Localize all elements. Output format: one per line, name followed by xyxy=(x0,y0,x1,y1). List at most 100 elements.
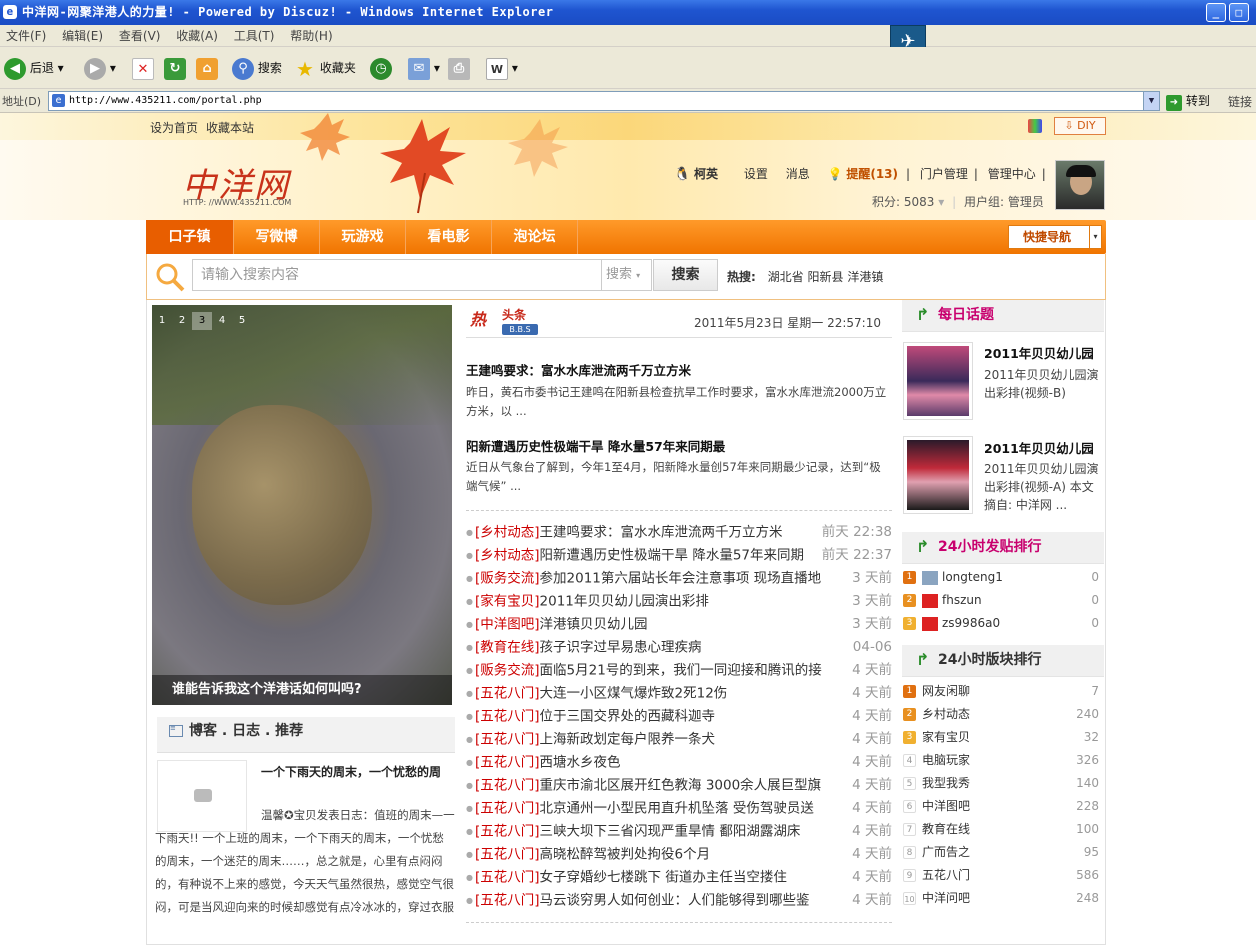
favorites-button[interactable]: ★ 收藏夹 xyxy=(294,55,356,81)
user-name-link[interactable]: 柯英 xyxy=(694,167,718,181)
daily-thumbnail[interactable] xyxy=(903,436,973,514)
board-rank-row[interactable]: 10 中洋问吧 248 xyxy=(903,887,1099,910)
daily-thumbnail[interactable] xyxy=(903,342,973,420)
portal-admin-link[interactable]: 门户管理 xyxy=(920,167,968,181)
nav-item-weibo[interactable]: 写微博 xyxy=(234,220,320,254)
board-rank-row[interactable]: 5 我型我秀 140 xyxy=(903,772,1099,795)
search-type-select[interactable]: 搜索 ▾ xyxy=(602,259,652,291)
print-button[interactable]: ⎙ xyxy=(448,55,470,81)
thread-row[interactable]: ● [五花八门]女子穿婚纱七楼跳下 街道办主任当空搂住 4 天前 xyxy=(466,866,894,889)
thread-row[interactable]: ● [五花八门]马云谈穷男人如何创业：人们能够得到哪些鉴 4 天前 xyxy=(466,889,894,912)
toolbar: ◀ 后退 ▾ ▶ ▾ ✕ ↻ ⌂ ⚲ 搜索 ★ 收藏夹 ◷ ✉ ▾ ⎙ W ▾ xyxy=(0,47,1256,89)
search-input[interactable]: 请输入搜索内容 xyxy=(192,259,602,291)
menu-view[interactable]: 查看(V) xyxy=(113,25,167,47)
bookmark-link[interactable]: 收藏本站 xyxy=(206,119,254,136)
slider-page[interactable]: 1 xyxy=(152,312,172,330)
board-rank-row[interactable]: 7 教育在线 100 xyxy=(903,818,1099,841)
diy-button[interactable]: ⇩ DIY xyxy=(1054,117,1106,135)
nav-item-kouzi[interactable]: 口子镇 xyxy=(146,220,234,254)
back-button[interactable]: ◀ 后退 ▾ xyxy=(4,55,64,81)
hot-label: 热搜: xyxy=(727,270,756,284)
address-bar: 地址(D) e http://www.435211.com/portal.php… xyxy=(0,89,1256,113)
hot-search-link[interactable]: 湖北省 xyxy=(768,270,804,284)
slider-page[interactable]: 4 xyxy=(212,312,232,330)
menu-help[interactable]: 帮助(H) xyxy=(284,25,338,47)
slider-page[interactable]: 2 xyxy=(172,312,192,330)
mail-button[interactable]: ✉ ▾ xyxy=(408,55,440,81)
home-button[interactable]: ⌂ xyxy=(196,55,218,81)
refresh-button[interactable]: ↻ xyxy=(164,55,186,81)
magnifier-icon xyxy=(156,263,185,292)
edit-button[interactable]: W ▾ xyxy=(486,55,518,81)
thread-row[interactable]: ● [五花八门]高晓松醉驾被判处拘役6个月 4 天前 xyxy=(466,843,894,866)
points-dropdown[interactable]: 积分: 5083 xyxy=(872,195,934,209)
minimize-button[interactable]: _ xyxy=(1206,3,1226,22)
theme-icon[interactable] xyxy=(1028,119,1042,133)
poster-rank-row[interactable]: 3 zs9986a0 0 xyxy=(903,612,1099,635)
nav-item-forum[interactable]: 泡论坛 xyxy=(492,220,578,254)
thread-row[interactable]: ● [五花八门]三峡大坝下三省闪现严重旱情 鄱阳湖露湖床 4 天前 xyxy=(466,820,894,843)
go-button[interactable]: ➜ 转到 xyxy=(1166,92,1210,111)
board-rank-row[interactable]: 9 五花八门 586 xyxy=(903,864,1099,887)
thread-row[interactable]: ● [五花八门]西塘水乡夜色 4 天前 xyxy=(466,751,894,774)
nav-item-games[interactable]: 玩游戏 xyxy=(320,220,406,254)
forward-button[interactable]: ▶ ▾ xyxy=(84,55,116,81)
links-label[interactable]: 链接 xyxy=(1228,93,1252,110)
divider xyxy=(466,337,892,338)
hot-search-link[interactable]: 阳新县 xyxy=(807,270,843,284)
menu-tools[interactable]: 工具(T) xyxy=(228,25,281,47)
board-rank-row[interactable]: 1 网友闲聊 7 xyxy=(903,680,1099,703)
nav-item-movies[interactable]: 看电影 xyxy=(406,220,492,254)
slider-page-active[interactable]: 3 xyxy=(192,312,212,330)
thread-row[interactable]: ● [五花八门]大连一小区煤气爆炸致2死12伤 4 天前 xyxy=(466,682,894,705)
poster-rank-row[interactable]: 1 longteng1 0 xyxy=(903,566,1099,589)
stop-button[interactable]: ✕ xyxy=(132,55,154,81)
blog-title[interactable]: 一个下雨天的周末，一个忧愁的周 xyxy=(261,763,455,781)
thread-row[interactable]: ● [贩务交流]面临5月21号的到来，我们一同迎接和腾讯的接 4 天前 xyxy=(466,659,894,682)
thread-row[interactable]: ● [五花八门]位于三国交界处的西藏科迦寺 4 天前 xyxy=(466,705,894,728)
board-rank-row[interactable]: 6 中洋图吧 228 xyxy=(903,795,1099,818)
thread-row[interactable]: ● [家有宝贝]2011年贝贝幼儿园演出彩排 3 天前 xyxy=(466,590,894,613)
slider-page[interactable]: 5 xyxy=(232,312,252,330)
address-input[interactable]: e http://www.435211.com/portal.php ▼ xyxy=(48,91,1160,111)
headline-summary: 近日从气象台了解到，今年1至4月，阳新降水量创57年来同期最少记录，达到“极端气… xyxy=(466,460,881,493)
thread-row[interactable]: ● [教育在线]孩子识字过早易患心理疾病 04-06 xyxy=(466,636,894,659)
address-dropdown-icon[interactable]: ▼ xyxy=(1143,92,1159,110)
remind-link[interactable]: 提醒(13) xyxy=(846,167,898,181)
thread-row[interactable]: ● [乡村动态]王建鸣要求：富水水库泄流两千万立方米 前天 22:38 xyxy=(466,521,894,544)
poster-rank-row[interactable]: 2 fhszun 0 xyxy=(903,589,1099,612)
menu-edit[interactable]: 编辑(E) xyxy=(56,25,109,47)
set-homepage-link[interactable]: 设为首页 xyxy=(150,119,198,136)
board-rank-row[interactable]: 8 广而告之 95 xyxy=(903,841,1099,864)
board-rank-row[interactable]: 4 电脑玩家 326 xyxy=(903,749,1099,772)
headline-logo-icon: 热 xyxy=(470,310,487,329)
hot-search-link[interactable]: 洋港镇 xyxy=(847,270,883,284)
photo-slider[interactable]: 12345 谁能告诉我这个洋港话如何叫吗? xyxy=(152,305,452,705)
thread-row[interactable]: ● [贩务交流]参加2011第六届站长年会注意事项 现场直播地 3 天前 xyxy=(466,567,894,590)
history-button[interactable]: ◷ xyxy=(370,55,392,81)
board-rank-row[interactable]: 2 乡村动态 240 xyxy=(903,703,1099,726)
messages-link[interactable]: 消息 xyxy=(786,167,810,181)
slider-caption[interactable]: 谁能告诉我这个洋港话如何叫吗? xyxy=(152,675,452,705)
thread-row[interactable]: ● [五花八门]上海新政划定每户限养一条犬 4 天前 xyxy=(466,728,894,751)
board-rank-row[interactable]: 3 家有宝贝 32 xyxy=(903,726,1099,749)
thread-row[interactable]: ● [五花八门]北京通州一小型民用直升机坠落 受伤驾驶员送 4 天前 xyxy=(466,797,894,820)
top-strip: 设为首页 收藏本站 ⇩ DIY xyxy=(0,113,1256,140)
headline-title[interactable]: 阳新遭遇历史性极端干旱 降水量57年来同期最 xyxy=(466,436,725,455)
thread-row[interactable]: ● [乡村动态]阳新遭遇历史性极端干旱 降水量57年来同期 前天 22:37 xyxy=(466,544,894,567)
headline-title[interactable]: 王建鸣要求：富水水库泄流两千万立方米 xyxy=(466,360,691,379)
menu-favorites[interactable]: 收藏(A) xyxy=(170,25,224,47)
search-submit-button[interactable]: 搜索 xyxy=(653,259,718,291)
thread-row[interactable]: ● [五花八门]重庆市渝北区展开红色教海 3000余人展巨型旗 4 天前 xyxy=(466,774,894,797)
back-arrow-icon: ◀ xyxy=(4,57,26,80)
search-button[interactable]: ⚲ 搜索 xyxy=(232,55,282,81)
avatar[interactable] xyxy=(1055,160,1105,210)
daily-title[interactable]: 2011年贝贝幼儿园 xyxy=(984,343,1094,362)
settings-link[interactable]: 设置 xyxy=(744,167,768,181)
thread-row[interactable]: ● [中洋图吧]洋港镇贝贝幼儿园 3 天前 xyxy=(466,613,894,636)
maximize-button[interactable]: □ xyxy=(1229,3,1249,22)
menu-file[interactable]: 文件(F) xyxy=(0,25,52,47)
quick-nav-button[interactable]: 快捷导航 ▾ xyxy=(1008,225,1102,249)
daily-title[interactable]: 2011年贝贝幼儿园 xyxy=(984,438,1094,457)
admin-center-link[interactable]: 管理中心 xyxy=(988,167,1036,181)
